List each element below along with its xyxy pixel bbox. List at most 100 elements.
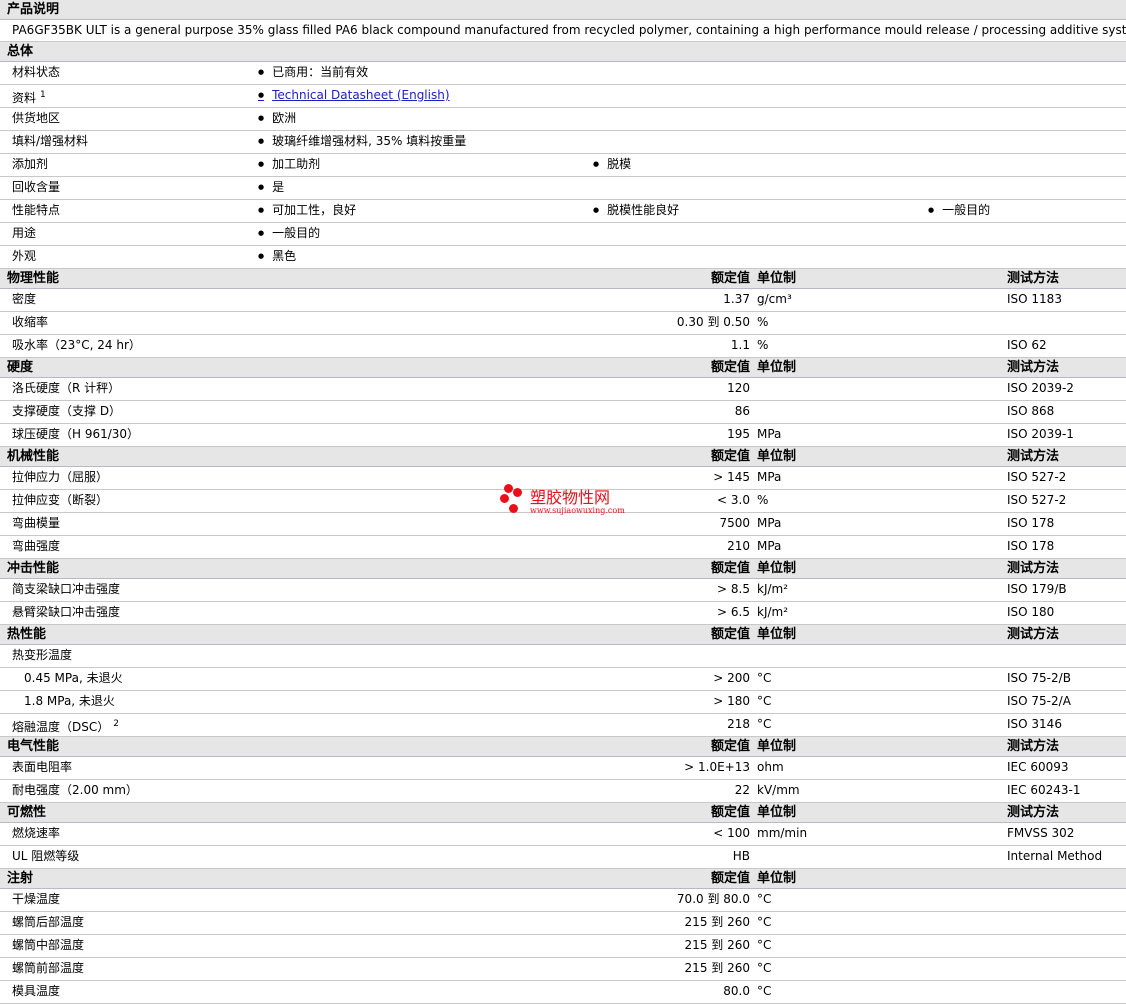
- row-value: 加工助剂: [258, 154, 320, 177]
- row-label-text: 添加剂: [12, 157, 49, 171]
- row-label: 填料/增强材料: [12, 131, 88, 152]
- row-label: 供货地区: [12, 108, 60, 129]
- test-method: ISO 178: [1007, 516, 1055, 530]
- nominal-value: 215 到 260: [684, 961, 750, 975]
- section-title: 电气性能: [7, 739, 60, 754]
- row-label: 模具温度: [12, 981, 60, 1002]
- row-label-text: 螺筒后部温度: [12, 915, 85, 929]
- nominal-value: 195: [727, 427, 750, 441]
- nominal-value: 120: [727, 381, 750, 395]
- unit: ohm: [757, 760, 784, 774]
- test-method: ISO 2039-2: [1007, 381, 1074, 395]
- table-row: 燃烧速率 < 100 mm/min FMVSS 302: [0, 823, 1126, 846]
- unit: MPa: [757, 470, 782, 484]
- unit: %: [757, 315, 769, 329]
- table-row: 性能特点 可加工性，良好 脱模性能良好 一般目的: [0, 200, 1126, 223]
- unit: °C: [757, 984, 772, 998]
- row-label: 收缩率: [12, 312, 48, 333]
- row-label: 用途: [12, 223, 36, 244]
- section-title: 总体: [7, 44, 34, 59]
- test-column-header: 测试方法: [1007, 805, 1060, 820]
- unit: °C: [757, 938, 772, 952]
- table-row: 螺筒中部温度 215 到 260 °C: [0, 935, 1126, 958]
- datasheet-link[interactable]: Technical Datasheet (English): [258, 85, 449, 108]
- description-header: 产品说明: [0, 0, 1126, 20]
- row-label: 螺筒后部温度: [12, 912, 84, 933]
- nominal-value: 1.1: [730, 338, 750, 352]
- unit: g/cm³: [757, 292, 792, 306]
- row-label: 外观: [12, 246, 36, 267]
- row-label: 资料 1: [12, 85, 46, 109]
- test-method: ISO 178: [1007, 539, 1055, 553]
- table-row: 资料1 Technical Datasheet (English): [0, 85, 1126, 108]
- value-column-header: 额定值: [710, 805, 750, 820]
- row-label-text: 材料状态: [12, 65, 61, 79]
- nominal-value: > 1.0E+13: [684, 760, 750, 774]
- table-row: 吸水率（23°C, 24 hr） 1.1% ISO 62: [0, 335, 1126, 358]
- test-method: ISO 75-2/B: [1007, 671, 1071, 685]
- section-header: 热性能 额定值 单位制 测试方法: [0, 625, 1126, 645]
- table-row: 悬臂梁缺口冲击强度 > 6.5 kJ/m² ISO 180: [0, 602, 1126, 625]
- description-text: PA6GF35BK ULT is a general purpose 35% g…: [12, 23, 1126, 37]
- value-column-header: 额定值: [710, 449, 750, 464]
- section-header: 可燃性 额定值 单位制 测试方法: [0, 803, 1126, 823]
- row-label: 拉伸应变（断裂）: [12, 490, 108, 511]
- row-label: 0.45 MPa, 未退火: [24, 668, 123, 689]
- row-label: 热变形温度: [12, 645, 72, 666]
- nominal-value: 215 到 260: [684, 938, 750, 952]
- row-value: 一般目的: [258, 223, 320, 246]
- table-row: 0.45 MPa, 未退火 > 200 °C ISO 75-2/B: [0, 668, 1126, 691]
- unit: °C: [757, 671, 772, 685]
- table-row: 螺筒前部温度 215 到 260 °C: [0, 958, 1126, 981]
- nominal-value: 1.37: [723, 292, 750, 306]
- section-title: 可燃性: [7, 805, 47, 820]
- unit: MPa: [757, 427, 782, 441]
- row-label-text: 0.45 MPa, 未退火: [24, 671, 123, 685]
- row-value: 是: [258, 177, 284, 200]
- row-label: 干燥温度: [12, 889, 60, 910]
- row-label: 悬臂梁缺口冲击强度: [12, 602, 120, 623]
- test-method: ISO 3146: [1007, 717, 1062, 731]
- nominal-value: 218: [727, 717, 750, 731]
- row-label: 球压硬度（H 961/30）: [12, 424, 139, 445]
- unit-column-header: 单位制: [757, 805, 797, 820]
- section-header: 物理性能 额定值 单位制 测试方法: [0, 269, 1126, 289]
- row-label-text: 模具温度: [12, 984, 61, 998]
- row-label-text: 吸水率（23°C, 24 hr）: [12, 338, 141, 352]
- unit: mm/min: [757, 826, 808, 840]
- test-method: ISO 179/B: [1007, 582, 1067, 596]
- nominal-value: 22: [734, 783, 750, 797]
- row-label: 密度: [12, 289, 36, 310]
- row-label-text: 收缩率: [12, 315, 49, 329]
- row-value: 一般目的: [928, 200, 990, 223]
- unit: °C: [757, 717, 772, 731]
- table-row: 用途 一般目的: [0, 223, 1126, 246]
- table-row: 耐电强度（2.00 mm） 22 kV/mm IEC 60243-1: [0, 780, 1126, 803]
- test-method: FMVSS 302: [1007, 826, 1075, 840]
- table-row: 密度 1.37 g/cm³ ISO 1183: [0, 289, 1126, 312]
- row-label-text: 填料/增强材料: [12, 134, 89, 148]
- section-header: 注射 额定值 单位制: [0, 869, 1126, 889]
- table-row: 球压硬度（H 961/30） 195 MPa ISO 2039-1: [0, 424, 1126, 447]
- row-label: 表面电阻率: [12, 757, 72, 778]
- table-row: 回收含量 是: [0, 177, 1126, 200]
- nominal-value: 86: [734, 404, 750, 418]
- row-value: 可加工性，良好: [258, 200, 356, 223]
- value-column-header: 额定值: [710, 271, 750, 286]
- table-row: 供货地区 欧洲: [0, 108, 1126, 131]
- row-label-text: 性能特点: [12, 203, 61, 217]
- nominal-value: 7500: [719, 516, 750, 530]
- table-row: 弯曲模量 7500 MPa ISO 178: [0, 513, 1126, 536]
- test-column-header: 测试方法: [1007, 271, 1060, 286]
- value-column-header: 额定值: [710, 561, 750, 576]
- row-label-text: 外观: [12, 249, 37, 263]
- section-title: 硬度: [7, 360, 34, 375]
- nominal-value: 215 到 260: [684, 915, 750, 929]
- section-title: 注射: [7, 871, 34, 886]
- table-row: 收缩率 0.30 到 0.50%: [0, 312, 1126, 335]
- table-row: 干燥温度 70.0 到 80.0 °C: [0, 889, 1126, 912]
- test-method: ISO 180: [1007, 605, 1055, 619]
- test-method: Internal Method: [1007, 849, 1103, 863]
- row-label: 螺筒中部温度: [12, 935, 84, 956]
- unit-column-header: 单位制: [757, 449, 797, 464]
